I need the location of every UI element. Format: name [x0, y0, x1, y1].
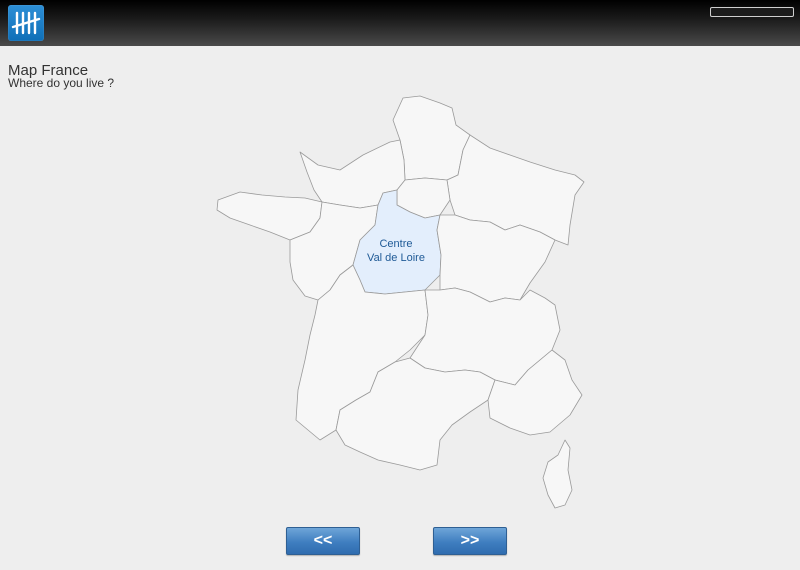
france-map: Centre Val de Loire — [216, 95, 585, 509]
previous-button[interactable]: << — [286, 527, 360, 555]
region-label-line1: Centre — [379, 238, 412, 250]
region-bretagne[interactable] — [216, 191, 323, 241]
region-corse[interactable] — [542, 439, 573, 509]
next-button[interactable]: >> — [433, 527, 507, 555]
region-label-line2: Val de Loire — [367, 252, 425, 264]
